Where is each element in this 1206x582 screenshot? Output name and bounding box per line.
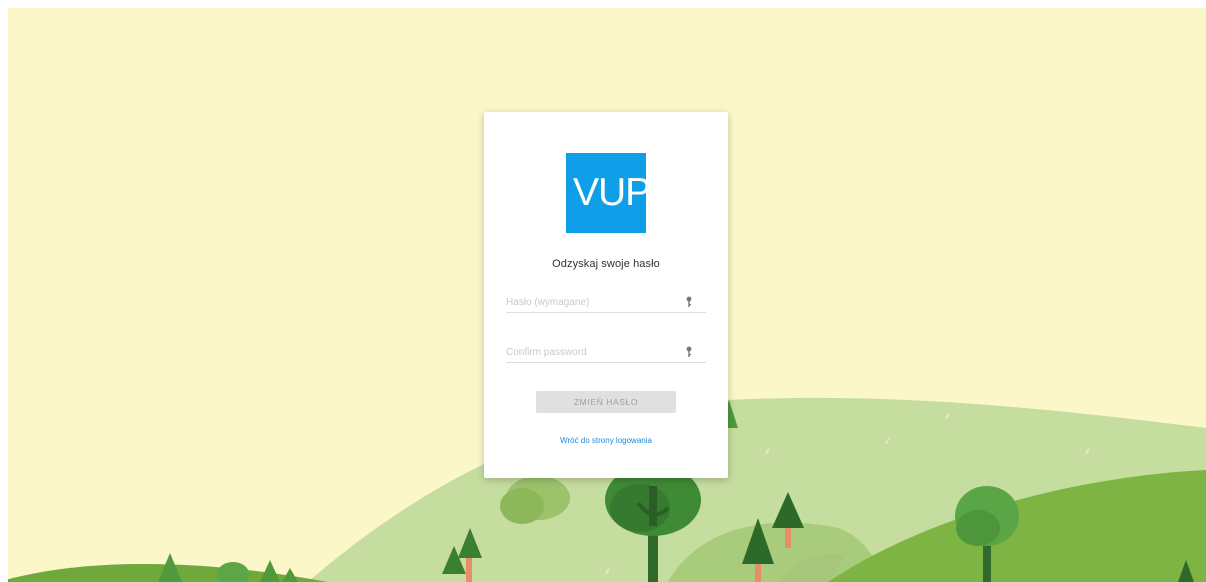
confirm-password-field [506, 344, 706, 363]
page-title: Odzyskaj swoje hasło [552, 258, 660, 270]
back-to-login-link[interactable]: Wróć do strony logowania [484, 436, 728, 445]
change-password-button[interactable]: ZMIEŃ HASŁO [536, 391, 676, 413]
page-background: VUP Odzyskaj swoje hasło ZMIEŃ HASŁO Wró… [8, 8, 1206, 582]
password-input[interactable] [506, 294, 686, 310]
recover-password-card: VUP Odzyskaj swoje hasło ZMIEŃ HASŁO Wró… [484, 112, 728, 478]
confirm-password-input[interactable] [506, 344, 686, 360]
key-icon [686, 296, 692, 307]
password-field [506, 294, 706, 313]
logo-text: VUP [573, 171, 646, 214]
vup-logo: VUP [566, 153, 646, 233]
key-icon [686, 346, 692, 357]
